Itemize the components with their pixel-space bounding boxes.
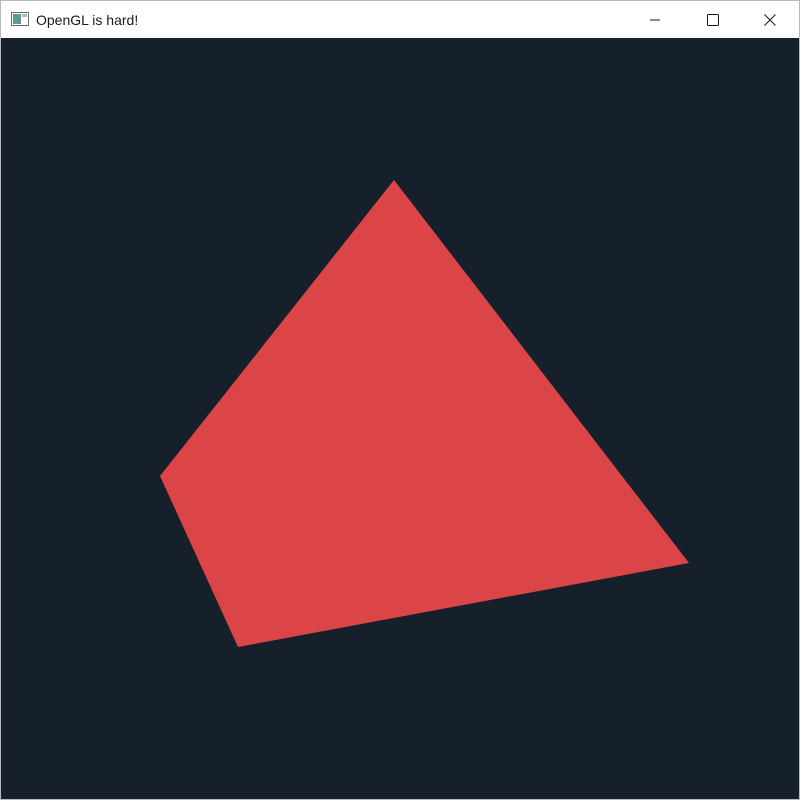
minimize-button[interactable] bbox=[626, 1, 684, 38]
title-bar[interactable]: OpenGL is hard! bbox=[1, 1, 799, 38]
maximize-button[interactable] bbox=[684, 1, 742, 38]
maximize-icon bbox=[707, 13, 719, 26]
render-canvas bbox=[1, 38, 799, 799]
window-title: OpenGL is hard! bbox=[36, 12, 139, 28]
minimize-icon bbox=[649, 14, 661, 26]
app-window: OpenGL is hard! bbox=[0, 0, 800, 800]
opengl-viewport[interactable] bbox=[1, 38, 799, 799]
app-window-icon bbox=[11, 12, 29, 26]
close-icon bbox=[764, 13, 776, 26]
close-button[interactable] bbox=[741, 1, 799, 38]
